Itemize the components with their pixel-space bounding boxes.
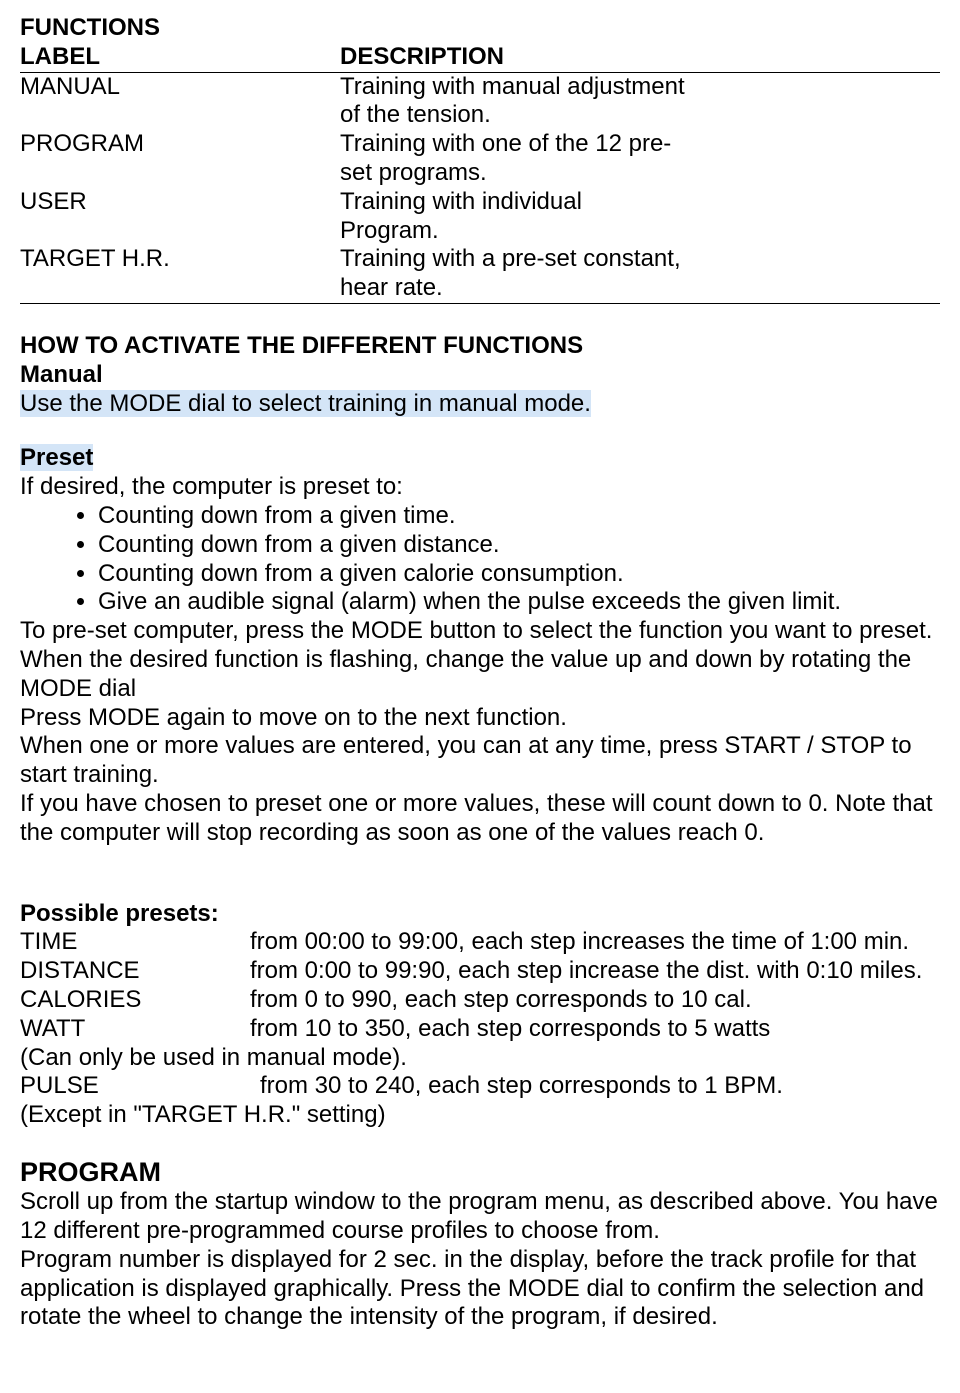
table-row: MANUAL Training with manual adjustment o… [20,72,940,130]
activate-section: HOW TO ACTIVATE THE DIFFERENT FUNCTIONS … [20,332,940,848]
row-desc-line: of the tension. [340,101,491,128]
row-desc-line: hear rate. [340,274,443,301]
functions-table: LABEL DESCRIPTION MANUAL Training with m… [20,43,940,304]
preset-para: Press MODE again to move on to the next … [20,704,940,733]
row-desc-line: set programs. [340,159,487,186]
row-desc-line: Training with manual adjustment [340,73,685,100]
header-description: DESCRIPTION [340,43,940,72]
row-label: TARGET H.R. [20,245,340,303]
activate-title: HOW TO ACTIVATE THE DIFFERENT FUNCTIONS [20,332,940,361]
preset-para: If you have chosen to preset one or more… [20,790,940,848]
row-desc: Training with one of the 12 pre- set pro… [340,130,940,188]
pulse-note: (Except in "TARGET H.R." setting) [20,1101,940,1130]
manual-text-span: Use the MODE dial to select training in … [20,390,591,417]
manual-text: Use the MODE dial to select training in … [20,390,940,419]
functions-title: FUNCTIONS [20,14,940,43]
preset-bullets: Counting down from a given time. Countin… [20,502,940,617]
table-row: USER Training with individual Program. [20,188,940,246]
preset-label: DISTANCE [20,957,250,986]
presets-title: Possible presets: [20,900,940,929]
table-row: TARGET H.R. Training with a pre-set cons… [20,245,940,303]
program-para: Scroll up from the startup window to the… [20,1188,940,1246]
preset-label-wrap: Preset [20,444,940,473]
presets-section: Possible presets: TIME from 00:00 to 99:… [20,900,940,1130]
table-row: DISTANCE from 0:00 to 99:90, each step i… [20,957,922,986]
program-section: PROGRAM Scroll up from the startup windo… [20,1156,940,1332]
program-para: Program number is displayed for 2 sec. i… [20,1246,940,1332]
header-label: LABEL [20,43,340,72]
row-desc-line: Training with a pre-set constant, [340,245,681,272]
table-row: WATT from 10 to 350, each step correspon… [20,1015,922,1044]
row-desc: Training with individual Program. [340,188,940,246]
watt-note: (Can only be used in manual mode). [20,1044,940,1073]
preset-desc: from 00:00 to 99:00, each step increases… [250,928,922,957]
preset-desc: from 0:00 to 99:90, each step increase t… [250,957,922,986]
preset-label: CALORIES [20,986,250,1015]
program-title: PROGRAM [20,1156,940,1188]
preset-intro: If desired, the computer is preset to: [20,473,940,502]
preset-label: WATT [20,1015,250,1044]
row-desc-line: Training with individual [340,188,582,215]
table-row: CALORIES from 0 to 990, each step corres… [20,986,922,1015]
pulse-desc: from 30 to 240, each step corresponds to… [260,1072,783,1099]
row-desc-line: Training with one of the 12 pre- [340,130,671,157]
pulse-label: PULSE [20,1072,260,1101]
preset-label: Preset [20,444,93,471]
presets-table: TIME from 00:00 to 99:00, each step incr… [20,928,922,1043]
row-desc-line: Program. [340,217,439,244]
preset-label: TIME [20,928,250,957]
row-label: USER [20,188,340,246]
preset-para: When one or more values are entered, you… [20,732,940,790]
list-item: Give an audible signal (alarm) when the … [98,588,940,617]
preset-desc: from 10 to 350, each step corresponds to… [250,1015,922,1044]
row-label: MANUAL [20,72,340,130]
list-item: Counting down from a given distance. [98,531,940,560]
functions-section: FUNCTIONS LABEL DESCRIPTION MANUAL Train… [20,14,940,304]
table-header-row: LABEL DESCRIPTION [20,43,940,72]
table-row: TIME from 00:00 to 99:00, each step incr… [20,928,922,957]
table-row: PROGRAM Training with one of the 12 pre-… [20,130,940,188]
row-desc: Training with manual adjustment of the t… [340,72,940,130]
pulse-line: PULSEfrom 30 to 240, each step correspon… [20,1072,940,1101]
row-label: PROGRAM [20,130,340,188]
list-item: Counting down from a given time. [98,502,940,531]
row-desc: Training with a pre-set constant, hear r… [340,245,940,303]
list-item: Counting down from a given calorie consu… [98,560,940,589]
preset-desc: from 0 to 990, each step corresponds to … [250,986,922,1015]
manual-label: Manual [20,361,940,390]
preset-para: To pre-set computer, press the MODE butt… [20,617,940,703]
